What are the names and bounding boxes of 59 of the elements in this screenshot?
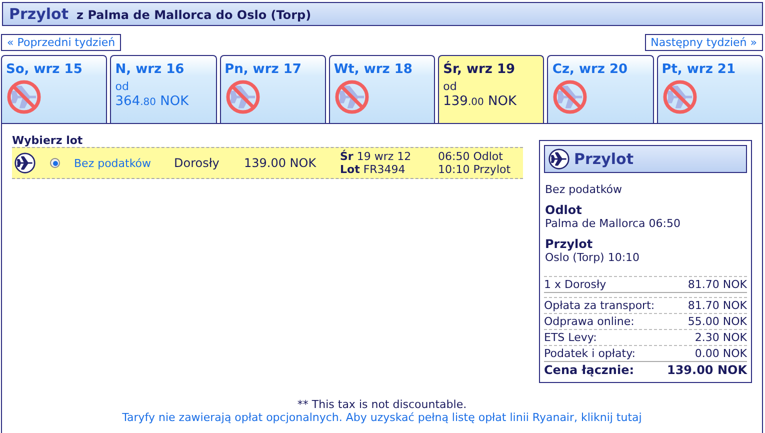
flight-number: Lot FR3494 xyxy=(340,163,406,176)
day-label: Śr, wrz 19 xyxy=(443,62,516,77)
fee-label: Podatek i opłaty: xyxy=(544,347,636,360)
flight-row[interactable]: Bez podatków Dorosły 139.00 NOK Śr 19 wrz 12 Lot FR3494 06:50 Odlot 10:10 Przylot xyxy=(12,147,523,179)
day-tab[interactable]: Cz, wrz 20 xyxy=(547,55,654,123)
flight-price: 139.00 NOK xyxy=(244,156,318,170)
day-label: Pn, wrz 17 xyxy=(224,62,302,77)
arrival-time: 10:10 Przylot xyxy=(438,163,511,176)
leg-label: Odlot xyxy=(545,203,583,217)
next-week-button[interactable]: Następny tydzień » xyxy=(644,34,763,51)
no-flight-icon xyxy=(552,79,588,115)
fee-value: 0.00 NOK xyxy=(694,347,747,360)
fee-value: 81.70 NOK xyxy=(688,299,747,312)
day-price: 139.00 NOK xyxy=(443,94,516,109)
no-flight-icon xyxy=(6,79,42,115)
previous-week-button[interactable]: « Poprzedni tydzień xyxy=(1,34,122,51)
no-flight-icon xyxy=(224,79,261,115)
day-price: 364.80 NOK xyxy=(115,94,189,109)
day-label: Pt, wrz 21 xyxy=(662,62,736,77)
fees-link[interactable]: Taryfy nie zawierają opłat opcjonalnych. Aby uzyskać pełną listę opłat linii Ryanair, kliknij tutaj xyxy=(122,411,642,424)
departure-time: 06:50 Odlot xyxy=(438,150,504,163)
fee-label: Odprawa online: xyxy=(544,315,634,328)
day-tab[interactable]: Pn, wrz 17 xyxy=(220,55,326,123)
day-tab[interactable]: Śr, wrz 19 od 139.00 NOK xyxy=(438,55,544,123)
from-label: od xyxy=(115,80,129,93)
summary-title: Przylot xyxy=(574,150,634,168)
total-value: 139.00 NOK xyxy=(666,363,747,377)
day-tab[interactable]: So, wrz 15 xyxy=(1,55,108,123)
leg-detail: Palma de Mallorca 06:50 xyxy=(545,217,682,230)
leg-detail: Oslo (Torp) 10:10 xyxy=(545,251,641,264)
day-label: So, wrz 15 xyxy=(6,62,82,77)
day-label: Wt, wrz 18 xyxy=(334,62,412,77)
passenger-label: 1 x Dorosły xyxy=(544,278,606,291)
day-label: N, wrz 16 xyxy=(115,62,184,77)
fee-value: 55.00 NOK xyxy=(688,315,747,328)
radio-button[interactable] xyxy=(50,158,60,168)
day-label: Cz, wrz 20 xyxy=(552,62,628,77)
no-flight-icon xyxy=(334,79,370,115)
passenger-price: 81.70 NOK xyxy=(688,278,747,291)
page-title: Przylot xyxy=(9,5,69,23)
route-text: z Palma de Mallorca do Oslo (Torp) xyxy=(76,8,312,22)
fee-value: 2.30 NOK xyxy=(694,331,747,344)
fee-label: ETS Levy: xyxy=(544,331,597,344)
day-tab[interactable]: Pt, wrz 21 xyxy=(656,55,763,123)
flight-date: Śr 19 wrz 12 xyxy=(340,150,412,163)
day-tab[interactable]: N, wrz 16 od 364.80 NOK xyxy=(110,55,217,123)
plane-icon xyxy=(548,148,570,170)
plane-icon xyxy=(14,152,36,174)
from-label: od xyxy=(443,80,457,93)
fare-name: Bez podatków xyxy=(545,183,624,196)
fee-label: Opłata za transport: xyxy=(544,299,655,312)
fare-link[interactable]: Bez podatków xyxy=(74,156,164,170)
passenger-type: Dorosły xyxy=(174,156,220,170)
no-flight-icon xyxy=(662,79,698,115)
leg-label: Przylot xyxy=(545,237,594,251)
day-tab[interactable]: Wt, wrz 18 xyxy=(328,55,436,123)
tax-note: ** This tax is not discountable. xyxy=(297,398,467,411)
section-heading: Wybierz lot xyxy=(12,134,84,147)
total-label: Cena łącznie: xyxy=(544,363,634,377)
